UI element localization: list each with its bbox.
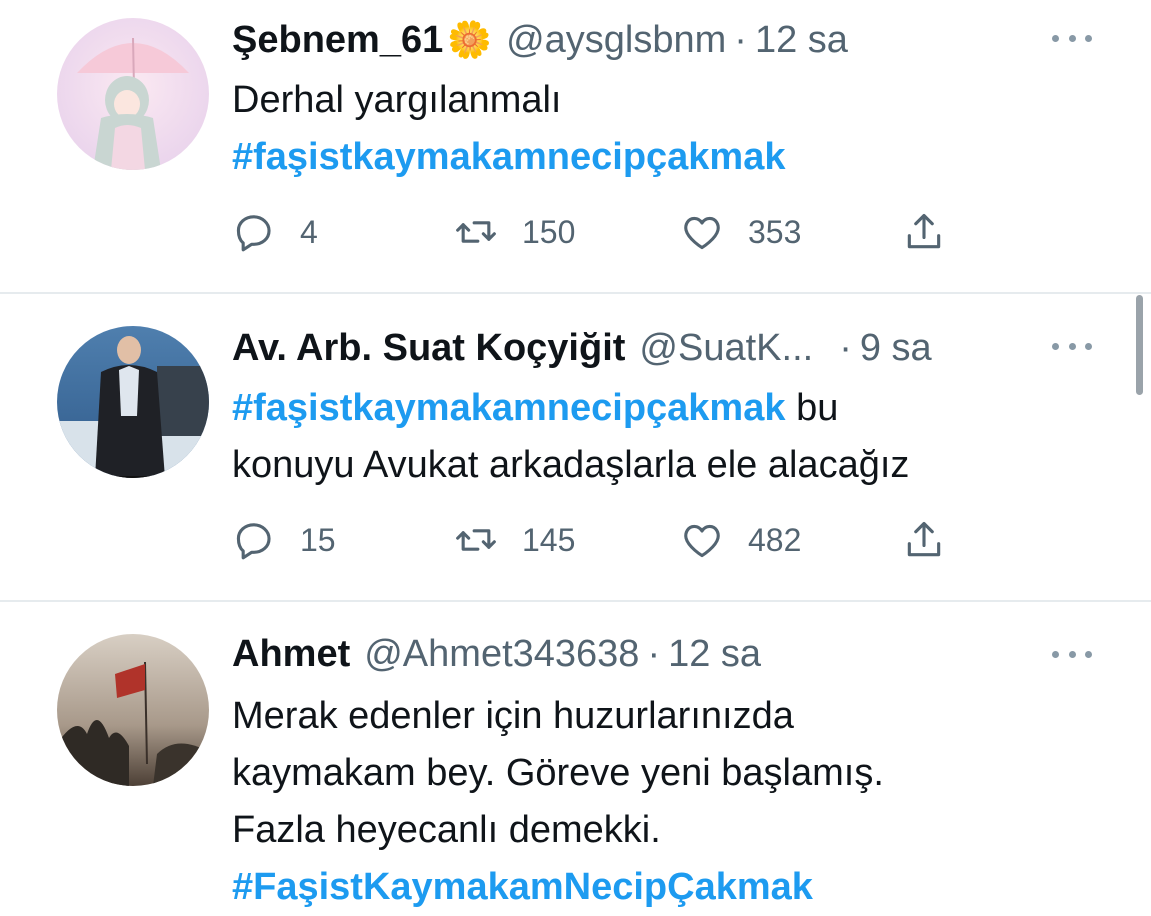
reply-button[interactable]: 4 [232, 207, 318, 257]
tweet-actions: 15 145 482 [232, 515, 962, 565]
tweet-text: Merak edenler için huzurlarınızda kaymak… [232, 688, 1032, 916]
avatar-image [57, 18, 209, 170]
share-icon [907, 213, 941, 249]
more-icon[interactable] [1052, 28, 1092, 48]
more-icon[interactable] [1052, 336, 1092, 356]
tweet-text: #faşistkaymakamnecipçakmak bu konuyu Avu… [232, 380, 1032, 494]
display-name[interactable]: Şebnem_61 [232, 19, 443, 62]
tweet-header: Ahmet @Ahmet343638 · 12 sa [232, 626, 761, 682]
tweet-text-line: konuyu Avukat arkadaşlarla ele alacağız [232, 444, 910, 486]
separator-dot: · [734, 18, 747, 61]
flower-emoji-icon: 🌼 [447, 19, 493, 60]
share-button[interactable] [902, 515, 946, 565]
retweet-icon [456, 529, 496, 551]
timestamp[interactable]: 12 sa [755, 19, 848, 62]
retweet-count: 145 [522, 521, 576, 558]
like-button[interactable]: 482 [680, 515, 801, 565]
tweet-text-line: Fazla heyecanlı demekki. [232, 809, 661, 851]
user-handle[interactable]: @aysglsbnm [506, 19, 726, 62]
reply-icon [236, 523, 271, 560]
like-button[interactable]: 353 [680, 207, 801, 257]
tweet-text-line: Merak edenler için huzurlarınızda [232, 695, 794, 737]
timestamp[interactable]: 12 sa [668, 633, 761, 676]
tweet-2[interactable]: Av. Arb. Suat Koçyiğit @SuatK... · 9 sa … [0, 294, 1151, 600]
user-handle[interactable]: @Ahmet343638 [364, 633, 639, 676]
timestamp[interactable]: 9 sa [860, 327, 932, 370]
tweet-header: Av. Arb. Suat Koçyiğit @SuatK... · 9 sa [232, 320, 932, 376]
avatar-image [57, 634, 209, 786]
reply-icon [236, 215, 271, 252]
tweet-text-line: kaymakam bey. Göreve yeni başlamış. [232, 752, 884, 794]
tweet-text-continuation: bu [796, 387, 839, 429]
tweet-text: Derhal yargılanmalı #faşistkaymakamnecip… [232, 72, 1032, 186]
like-icon [684, 216, 720, 250]
retweet-count: 150 [522, 213, 576, 250]
share-button[interactable] [902, 207, 946, 257]
like-count: 482 [748, 521, 802, 558]
display-name[interactable]: Ahmet [232, 633, 350, 676]
tweet-text-line: Derhal yargılanmalı [232, 79, 562, 121]
more-icon[interactable] [1052, 644, 1092, 664]
like-icon [684, 524, 720, 558]
separator-dot: · [839, 326, 852, 369]
reply-button[interactable]: 15 [232, 515, 336, 565]
tweet-3[interactable]: Ahmet @Ahmet343638 · 12 sa Merak edenler… [0, 602, 1151, 910]
user-handle[interactable]: @SuatK... [639, 327, 813, 370]
like-count: 353 [748, 213, 802, 250]
avatar-sebnem[interactable] [57, 18, 209, 170]
retweet-button[interactable]: 150 [454, 207, 575, 257]
separator-dot: · [647, 632, 661, 675]
retweet-icon [456, 221, 496, 243]
share-icon [907, 521, 941, 557]
avatar-ahmet[interactable] [57, 634, 209, 786]
reply-count: 15 [300, 521, 336, 558]
tweet-header: Şebnem_61 🌼 @aysglsbnm · 12 sa [232, 12, 848, 68]
display-name[interactable]: Av. Arb. Suat Koçyiğit [232, 327, 625, 370]
tweet-1[interactable]: Şebnem_61 🌼 @aysglsbnm · 12 sa Derhal ya… [0, 0, 1151, 292]
hashtag-link[interactable]: #faşistkaymakamnecipçakmak [232, 129, 1032, 186]
avatar-suat[interactable] [57, 326, 209, 478]
avatar-image [57, 326, 209, 478]
tweet-actions: 4 150 353 [232, 207, 962, 257]
retweet-button[interactable]: 145 [454, 515, 575, 565]
tweet-text-line: #faşistkaymakamnecipçakmak bu [232, 380, 1032, 437]
reply-count: 4 [300, 213, 318, 250]
hashtag-link[interactable]: #faşistkaymakamnecipçakmak [232, 387, 786, 429]
scrollbar-thumb[interactable] [1136, 295, 1143, 395]
hashtag-link[interactable]: #FaşistKaymakamNecipÇakmak [232, 859, 1032, 916]
